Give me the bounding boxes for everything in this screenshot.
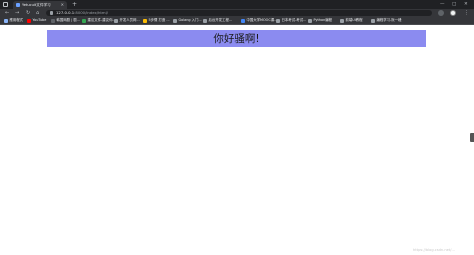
side-panel-handle[interactable] <box>470 133 474 142</box>
bookmark-item[interactable]: 中国大学MOOC课... <box>241 17 277 24</box>
bookmark-favicon-icon <box>308 18 312 23</box>
bookmark-item[interactable]: 日本考试-考试... <box>276 17 306 24</box>
bookmark-item[interactable]: 前端UI教程 <box>340 17 363 24</box>
bookmark-favicon-icon <box>114 18 118 23</box>
bookmark-item[interactable]: 建议文件-建议你... <box>82 17 116 24</box>
profile-avatar-icon[interactable] <box>450 10 456 16</box>
site-info-icon[interactable] <box>50 11 53 15</box>
bookmark-label: 5步骤 打造 ... <box>148 18 170 22</box>
bookmark-favicon-icon <box>27 18 31 23</box>
bookmark-item[interactable]: YouTube <box>27 17 46 24</box>
bookmark-favicon-icon <box>371 18 375 23</box>
bookmark-favicon-icon <box>82 18 86 23</box>
page-viewport: 你好骚啊! https://blog.csdn.net/... <box>0 25 474 255</box>
bookmark-label: 建议文件-建议你... <box>87 18 116 22</box>
tab-close-icon[interactable]: ✕ <box>61 2 64 8</box>
forward-arrow-icon[interactable]: → <box>15 9 19 17</box>
bookmark-favicon-icon <box>340 18 344 23</box>
bookmark-label: 日本考试-考试... <box>281 18 307 22</box>
new-tab-button[interactable]: + <box>72 1 77 8</box>
maximize-button[interactable]: □ <box>452 1 456 8</box>
bookmark-item[interactable]: 韩国网剧 | 剧... <box>51 17 80 24</box>
bookmark-label: 韩国网剧 | 剧... <box>56 18 80 22</box>
tab-favicon-icon <box>16 3 20 7</box>
bookmark-label: 中国大学MOOC课... <box>246 18 278 22</box>
back-arrow-icon[interactable]: ← <box>5 9 9 17</box>
bookmark-favicon-icon <box>241 18 245 23</box>
bookmark-favicon-icon <box>276 18 280 23</box>
bookmark-favicon-icon <box>4 18 8 23</box>
bookmark-favicon-icon <box>173 18 177 23</box>
bookmark-label: 编程学习-阮一峰 <box>376 18 402 22</box>
browser-toolbar: ← → ↻ ⌂ 127.0.0.1:8000/index/html/ ⋮ <box>0 9 474 17</box>
greeting-heading: 你好骚啊! <box>213 33 260 45</box>
menu-kebab-icon[interactable]: ⋮ <box>464 9 469 17</box>
address-url: 127.0.0.1:8000/index/html/ <box>56 10 108 16</box>
bookmark-item[interactable]: 编程学习-阮一峰 <box>371 17 401 24</box>
bookmark-label: YouTube <box>32 18 47 22</box>
bookmark-label: 應用程式 <box>9 18 24 22</box>
home-icon[interactable]: ⌂ <box>36 9 39 17</box>
bookmark-item[interactable]: 應用程式 <box>4 17 23 24</box>
tab-strip: Yetucuit文件学习 ✕ + — □ ✕ <box>0 0 474 9</box>
extension-icon[interactable] <box>438 10 444 16</box>
bookmark-label: Python编程 <box>313 18 333 22</box>
greeting-banner: 你好骚啊! <box>47 30 426 47</box>
bookmark-label: 前端UI教程 <box>345 18 363 22</box>
address-bar[interactable]: 127.0.0.1:8000/index/html/ <box>46 10 432 16</box>
bookmark-favicon-icon <box>203 18 207 23</box>
bookmark-item[interactable]: 开发人员网... <box>114 17 140 24</box>
reload-icon[interactable]: ↻ <box>26 9 30 17</box>
bookmark-item[interactable]: 后台开发工程... <box>203 17 232 24</box>
bookmark-favicon-icon <box>143 18 147 23</box>
minimize-button[interactable]: — <box>440 1 445 8</box>
bookmark-item[interactable]: Golang 入门... <box>173 17 202 24</box>
tab-title: Yetucuit文件学习 <box>22 3 51 7</box>
url-host: 127.0.0.1 <box>56 10 75 15</box>
tab-active[interactable]: Yetucuit文件学习 ✕ <box>13 1 67 9</box>
bookmark-label: Golang 入门... <box>178 18 202 22</box>
bookmark-item[interactable]: 5步骤 打造 ... <box>143 17 170 24</box>
bookmark-label: 后台开发工程... <box>208 18 233 22</box>
bookmark-favicon-icon <box>51 18 55 23</box>
url-path: :8000/index/html/ <box>74 10 108 15</box>
bookmark-item[interactable]: Python编程 <box>308 17 332 24</box>
bookmarks-bar: 應用程式 YouTube 韩国网剧 | 剧... 建议文件-建议你... 开发人员网..… <box>0 17 474 25</box>
watermark-text: https://blog.csdn.net/... <box>413 248 455 252</box>
tab-search-icon[interactable] <box>3 2 8 7</box>
close-window-button[interactable]: ✕ <box>464 1 468 8</box>
bookmark-label: 开发人员网... <box>119 18 140 22</box>
